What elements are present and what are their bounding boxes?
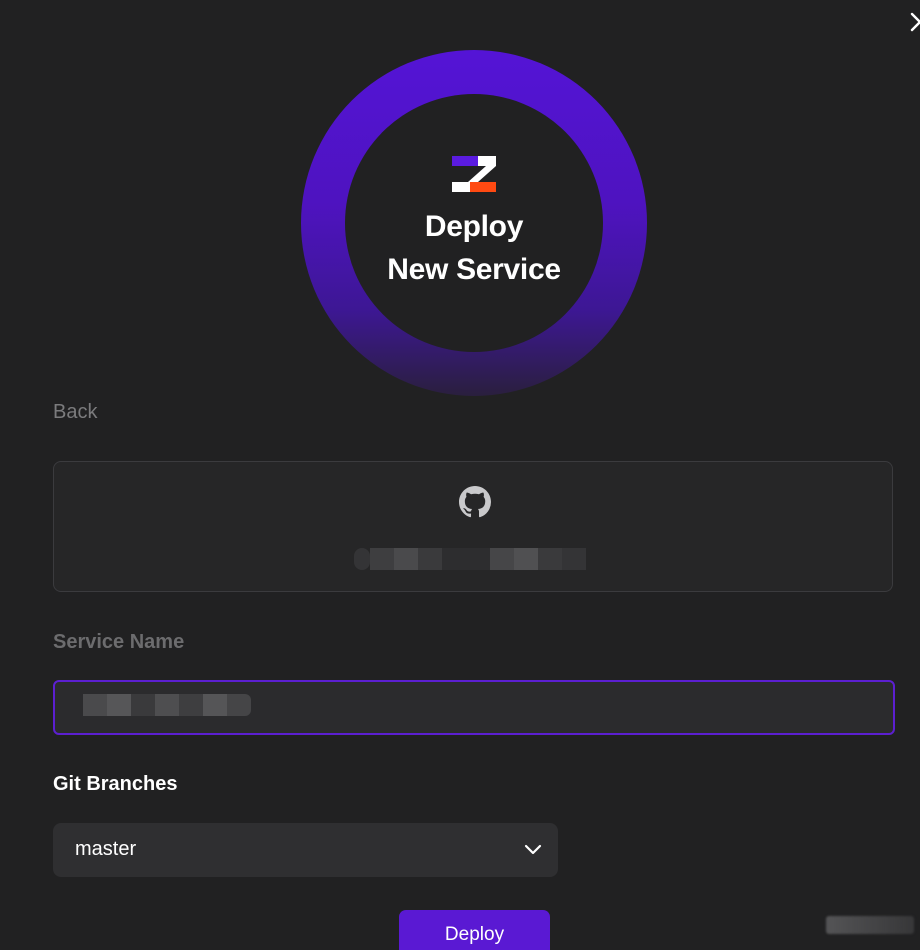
repository-card[interactable]: [53, 461, 893, 592]
redacted-corner-overlay: [826, 916, 914, 934]
deploy-service-dialog: Deploy New Service Back Service Name Git…: [0, 0, 920, 950]
back-link[interactable]: Back: [53, 401, 97, 424]
git-branch-select[interactable]: master: [53, 823, 558, 877]
github-icon: [459, 486, 491, 518]
page-title: Deploy New Service: [361, 205, 587, 291]
page-title-line-2: New Service: [387, 253, 561, 286]
service-name-value-redacted: [83, 694, 253, 716]
brand-logo-icon: [452, 156, 496, 192]
close-button[interactable]: [906, 8, 920, 36]
deploy-button[interactable]: Deploy: [399, 910, 550, 950]
service-name-input[interactable]: [53, 680, 895, 735]
service-name-label: Service Name: [53, 631, 185, 653]
repository-name-redacted: [354, 548, 588, 570]
chevron-down-icon: [524, 844, 542, 855]
close-icon: [910, 12, 920, 32]
git-branch-selected-value: master: [75, 838, 137, 860]
page-title-line-1: Deploy: [424, 210, 524, 243]
git-branches-label: Git Branches: [53, 773, 178, 795]
